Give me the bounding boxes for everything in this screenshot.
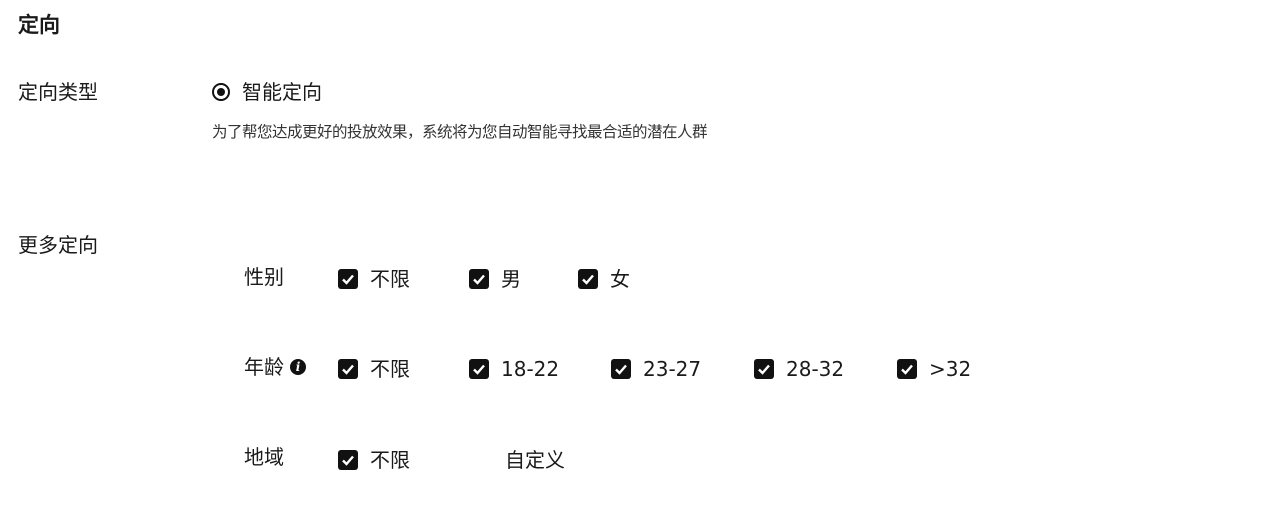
more-targeting-label: 更多定向 [18,233,98,257]
age-option-label: 18-22 [501,357,560,381]
region-label: 地域 [244,443,284,471]
age-label: 年龄 i [244,353,306,381]
checkbox-checked-icon[interactable] [578,269,598,289]
checkbox-checked-icon[interactable] [338,450,358,470]
gender-option-label: 不限 [370,267,410,291]
smart-targeting-radio[interactable]: 智能定向 [212,78,322,106]
gender-option-male[interactable]: 男 [469,265,521,293]
gender-option-label: 女 [610,267,630,291]
info-icon[interactable]: i [290,359,306,375]
region-option-label: 不限 [370,448,410,472]
checkbox-checked-icon[interactable] [611,359,631,379]
checkbox-checked-icon[interactable] [897,359,917,379]
section-title: 定向 [18,13,60,37]
age-option-label: 不限 [370,357,410,381]
region-label-text: 地域 [244,445,284,469]
gender-option-label: 男 [501,267,521,291]
checkbox-checked-icon[interactable] [469,359,489,379]
age-option-23-27[interactable]: 23-27 [611,355,701,383]
age-option-18-22[interactable]: 18-22 [469,355,559,383]
smart-targeting-label: 智能定向 [242,80,322,104]
targeting-hint: 为了帮您达成更好的投放效果，系统将为您自动智能寻找最合适的潜在人群 [212,123,708,141]
gender-label: 性别 [244,263,284,291]
targeting-type-label: 定向类型 [18,80,98,104]
age-label-text: 年龄 [244,355,284,379]
radio-selected-icon[interactable] [212,83,230,101]
age-option-label: 28-32 [786,357,845,381]
region-option-any[interactable]: 不限 [338,446,410,474]
gender-option-any[interactable]: 不限 [338,265,410,293]
gender-label-text: 性别 [244,265,284,289]
gender-option-female[interactable]: 女 [578,265,630,293]
checkbox-checked-icon[interactable] [338,269,358,289]
checkbox-checked-icon[interactable] [754,359,774,379]
checkbox-checked-icon[interactable] [469,269,489,289]
checkbox-checked-icon[interactable] [338,359,358,379]
age-option-label: 23-27 [643,357,702,381]
age-option-any[interactable]: 不限 [338,355,410,383]
age-option-over-32[interactable]: >32 [897,355,971,383]
age-option-label: >32 [929,357,972,381]
age-option-28-32[interactable]: 28-32 [754,355,844,383]
region-custom-option[interactable]: 自定义 [505,446,565,474]
